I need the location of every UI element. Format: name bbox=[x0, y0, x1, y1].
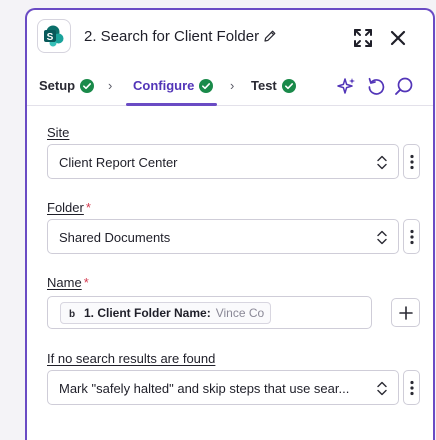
chevron-right-icon: › bbox=[230, 78, 235, 93]
name-input[interactable]: b 1. Client Folder Name: Vince Co bbox=[47, 296, 372, 329]
expand-icon[interactable] bbox=[352, 27, 374, 49]
svg-text:b: b bbox=[69, 309, 75, 320]
pencil-icon[interactable] bbox=[263, 29, 277, 43]
tab-test-label: Test bbox=[251, 78, 277, 93]
token-step-label: 1. Client Folder Name: bbox=[84, 306, 211, 320]
tab-configure-label: Configure bbox=[133, 78, 195, 93]
folder-value: Shared Documents bbox=[59, 230, 171, 245]
close-icon[interactable] bbox=[388, 28, 408, 48]
insert-data-button[interactable] bbox=[391, 298, 420, 327]
site-label-text: Site bbox=[47, 125, 70, 140]
tab-configure[interactable]: Configure bbox=[133, 78, 214, 93]
select-arrows-icon bbox=[377, 230, 387, 245]
chevron-right-icon: › bbox=[108, 78, 113, 93]
folder-select[interactable]: Shared Documents bbox=[47, 219, 399, 254]
tab-setup[interactable]: Setup bbox=[39, 78, 95, 93]
step-title[interactable]: 2. Search for Client Folder bbox=[84, 28, 259, 45]
more-vertical-icon bbox=[409, 154, 414, 169]
site-more-options[interactable] bbox=[403, 144, 420, 179]
plus-icon bbox=[398, 305, 413, 320]
no-results-more-options[interactable] bbox=[403, 370, 420, 405]
more-vertical-icon bbox=[409, 229, 414, 244]
step-tabs: Setup › Configure › Test bbox=[27, 66, 433, 106]
no-results-select[interactable]: Mark "safely halted" and skip steps that… bbox=[47, 370, 399, 405]
step-header: S 2. Search for Client Folder bbox=[27, 10, 433, 66]
name-label-text: Name bbox=[47, 275, 82, 290]
folder-label-text: Folder bbox=[47, 200, 84, 215]
select-arrows-icon bbox=[377, 381, 387, 396]
select-arrows-icon bbox=[377, 155, 387, 170]
mapped-field-token[interactable]: b 1. Client Folder Name: Vince Co bbox=[60, 302, 272, 324]
svg-text:S: S bbox=[47, 32, 54, 43]
check-circle-icon bbox=[199, 78, 214, 93]
trigger-app-icon: b bbox=[65, 306, 79, 320]
folder-more-options[interactable] bbox=[403, 219, 420, 254]
no-results-label-text: If no search results are found bbox=[47, 351, 216, 366]
site-select[interactable]: Client Report Center bbox=[47, 144, 399, 179]
active-tab-indicator bbox=[126, 103, 217, 106]
tab-test[interactable]: Test bbox=[251, 78, 296, 93]
folder-label: Folder * bbox=[47, 200, 91, 215]
check-circle-icon bbox=[80, 78, 95, 93]
no-results-value: Mark "safely halted" and skip steps that… bbox=[59, 381, 350, 396]
name-label: Name * bbox=[47, 275, 89, 290]
check-circle-icon bbox=[281, 78, 296, 93]
required-marker: * bbox=[85, 200, 91, 215]
site-value: Client Report Center bbox=[59, 155, 178, 170]
required-marker: * bbox=[83, 275, 89, 290]
site-label: Site bbox=[47, 125, 69, 140]
tab-setup-label: Setup bbox=[39, 78, 76, 93]
sparkle-icon[interactable] bbox=[337, 76, 357, 96]
step-editor-panel: S 2. Search for Client Folder Setup › Co… bbox=[25, 8, 435, 440]
sharepoint-app-icon: S bbox=[37, 19, 71, 53]
more-vertical-icon bbox=[409, 380, 414, 395]
token-preview: Vince Co bbox=[215, 306, 265, 320]
no-results-label: If no search results are found bbox=[47, 351, 215, 366]
search-icon[interactable] bbox=[394, 76, 414, 96]
refresh-icon[interactable] bbox=[366, 76, 386, 96]
